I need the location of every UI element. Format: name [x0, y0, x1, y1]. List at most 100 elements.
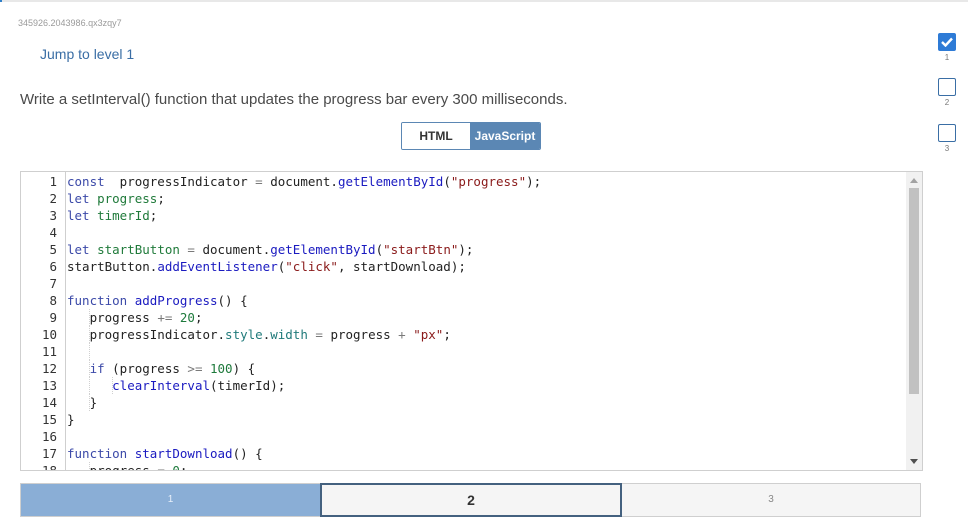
code-token: 0 — [172, 463, 180, 471]
line-number: 2 — [49, 191, 57, 206]
code-line[interactable]: 7 — [21, 275, 905, 292]
scroll-up-icon[interactable] — [910, 178, 918, 183]
indent-guide — [89, 343, 90, 360]
line-number: 13 — [41, 378, 57, 393]
line-number: 11 — [41, 344, 57, 359]
line-text: } — [67, 411, 75, 428]
code-line[interactable]: 17 function startDownload() { — [21, 445, 905, 462]
code-token: progress — [67, 310, 158, 325]
code-line[interactable]: 14 } — [21, 394, 905, 411]
level-2-button[interactable]: 2 — [320, 483, 622, 517]
code-token: let — [67, 191, 98, 206]
code-token: startButton. — [67, 259, 158, 274]
line-text: let startButton = document.getElementByI… — [67, 241, 473, 258]
code-token: let — [67, 242, 98, 257]
step-1[interactable]: 1 — [936, 33, 958, 62]
code-line[interactable]: 15} — [21, 411, 905, 428]
code-token: ) { — [232, 361, 256, 376]
exercise-prompt: Write a setInterval() function that upda… — [20, 91, 568, 108]
code-token: document. — [270, 174, 338, 189]
step-2-number: 2 — [944, 98, 950, 107]
code-line[interactable]: 8 function addProgress() { — [21, 292, 905, 309]
code-line[interactable]: 11 — [21, 343, 905, 360]
line-number: 7 — [49, 276, 57, 291]
level-3-button[interactable]: 3 — [622, 484, 920, 516]
code-token: progressIndicator. — [67, 327, 226, 342]
code-line[interactable]: 13 clearInterval(timerId); — [21, 377, 905, 394]
code-token: progress — [67, 463, 158, 471]
code-token: ( — [443, 174, 451, 189]
editor-scrollbar[interactable] — [906, 172, 922, 470]
level-1-button[interactable]: 1 — [21, 484, 320, 516]
step-2[interactable]: 2 — [936, 78, 958, 107]
line-number: 4 — [49, 225, 57, 240]
code-line[interactable]: 3 let timerId; — [21, 207, 905, 224]
code-token: "click" — [285, 259, 338, 274]
code-token: 100 — [210, 361, 233, 376]
code-token: ; — [157, 191, 165, 206]
code-editor[interactable]: 1 const progressIndicator = document.getE… — [20, 171, 923, 471]
code-token: progress — [97, 191, 158, 206]
code-line[interactable]: 10 progressIndicator.style.width = progr… — [21, 326, 905, 343]
step-1-number: 1 — [944, 53, 950, 62]
code-line[interactable]: 12 if (progress >= 100) { — [21, 360, 905, 377]
code-token: document. — [202, 242, 271, 257]
line-text: if (progress >= 100) { — [67, 360, 256, 377]
language-tabs: HTML JavaScript — [401, 122, 541, 150]
code-token: () { — [232, 446, 263, 461]
code-line[interactable]: 4 — [21, 224, 905, 241]
code-line[interactable]: 2 let progress; — [21, 190, 905, 207]
code-line[interactable]: 9 progress += 20; — [21, 309, 905, 326]
line-number: 9 — [49, 310, 57, 325]
code-token: ); — [526, 174, 542, 189]
scroll-down-icon[interactable] — [910, 459, 918, 464]
code-token: getElementById — [270, 242, 376, 257]
code-token: function — [67, 446, 135, 461]
jump-to-level-link[interactable]: Jump to level 1 — [40, 46, 134, 62]
code-content[interactable]: 1 const progressIndicator = document.getE… — [21, 172, 905, 471]
line-number: 8 — [49, 293, 57, 308]
line-text: progress = 0; — [67, 462, 188, 471]
code-line[interactable]: 5 let startButton = document.getElementBy… — [21, 241, 905, 258]
check-icon — [941, 37, 953, 47]
code-token: style — [225, 327, 263, 342]
code-token: clearInterval — [112, 378, 210, 393]
scrollbar-thumb[interactable] — [909, 188, 919, 394]
code-token: += — [157, 310, 180, 325]
code-token: progress — [330, 327, 399, 342]
code-token: getElementById — [337, 174, 444, 189]
step-3[interactable]: 3 — [936, 124, 958, 153]
line-text: clearInterval(timerId); — [67, 377, 285, 394]
code-token: = — [315, 327, 331, 342]
tab-javascript[interactable]: JavaScript — [470, 123, 540, 149]
tab-html[interactable]: HTML — [402, 123, 470, 149]
code-token: (progress — [112, 361, 188, 376]
code-token: if — [89, 361, 113, 376]
code-token: startDownload — [134, 446, 233, 461]
line-number: 1 — [49, 174, 57, 189]
code-line[interactable]: 1 const progressIndicator = document.getE… — [21, 173, 905, 190]
line-number: 16 — [41, 429, 57, 444]
line-text: function startDownload() { — [67, 445, 263, 462]
step-3-checkbox[interactable] — [938, 124, 956, 142]
code-token: 20 — [179, 310, 195, 325]
line-text: } — [67, 394, 98, 411]
line-text: startButton.addEventListener("click", st… — [67, 258, 466, 275]
code-line[interactable]: 6 startButton.addEventListener("click", s… — [21, 258, 905, 275]
step-1-checkbox[interactable] — [938, 33, 956, 51]
code-token: addEventListener — [157, 259, 278, 274]
line-number: 14 — [41, 395, 57, 410]
step-2-checkbox[interactable] — [938, 78, 956, 96]
code-token: } — [67, 412, 75, 427]
code-token: const — [67, 174, 113, 189]
code-token: , startDownload); — [337, 259, 466, 274]
line-number: 10 — [41, 327, 57, 342]
line-number: 5 — [49, 242, 57, 257]
code-token: width — [270, 327, 316, 342]
line-text: progressIndicator.style.width = progress… — [67, 326, 451, 343]
line-number: 17 — [41, 446, 57, 461]
code-line[interactable]: 16 — [21, 428, 905, 445]
code-token: timerId — [97, 208, 150, 223]
code-line[interactable]: 18 progress = 0; — [21, 462, 905, 471]
